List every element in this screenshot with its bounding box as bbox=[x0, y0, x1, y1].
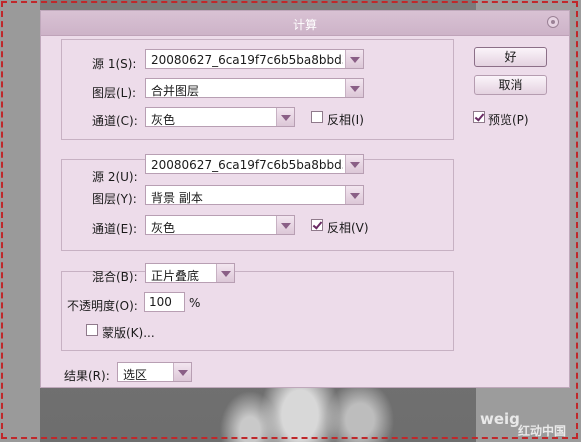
source2-invert-checkbox[interactable] bbox=[311, 219, 323, 231]
preview-label[interactable]: 预览(P) bbox=[488, 111, 529, 128]
source1-layer-value: 合并图层 bbox=[151, 84, 200, 98]
chevron-down-icon[interactable] bbox=[276, 108, 294, 126]
source1-invert-checkbox[interactable] bbox=[311, 111, 323, 123]
source2-layer-label: 图层(Y): bbox=[92, 192, 137, 206]
source2-layer-select[interactable]: 背景 副本 bbox=[145, 185, 364, 205]
blend-mode-value: 正片叠底 bbox=[151, 269, 200, 283]
ok-button[interactable]: 好 bbox=[474, 47, 547, 67]
source2-channel-label: 通道(E): bbox=[92, 222, 137, 236]
chevron-down-icon[interactable] bbox=[173, 363, 191, 381]
opacity-input[interactable]: 100 bbox=[144, 292, 185, 312]
source1-channel-label: 通道(C): bbox=[92, 114, 138, 128]
source1-channel-value: 灰色 bbox=[151, 113, 176, 127]
source1-label: 源 1(S): bbox=[92, 57, 137, 71]
blend-mode-select[interactable]: 正片叠底 bbox=[145, 263, 235, 283]
opacity-unit: % bbox=[189, 296, 201, 310]
source1-select[interactable]: 20080627_6ca19f7c6b5ba8bbd3... bbox=[145, 49, 364, 69]
source2-select[interactable]: 20080627_6ca19f7c6b5ba8bbd3... bbox=[145, 154, 364, 174]
result-label: 结果(R): bbox=[64, 369, 110, 383]
blend-mode-label: 混合(B): bbox=[92, 270, 138, 284]
background-left-strip bbox=[0, 0, 40, 442]
source1-value: 20080627_6ca19f7c6b5ba8bbd3... bbox=[151, 53, 343, 67]
source2-label: 源 2(U): bbox=[92, 170, 138, 184]
source2-layer-value: 背景 副本 bbox=[151, 191, 203, 205]
mask-checkbox[interactable] bbox=[86, 324, 98, 336]
chevron-down-icon[interactable] bbox=[276, 216, 294, 234]
source2-invert-label[interactable]: 反相(V) bbox=[327, 219, 369, 236]
close-icon[interactable] bbox=[547, 16, 559, 28]
chevron-down-icon[interactable] bbox=[345, 155, 363, 173]
source2-channel-select[interactable]: 灰色 bbox=[145, 215, 295, 235]
source2-channel-value: 灰色 bbox=[151, 221, 176, 235]
dialog-title: 计算 bbox=[292, 18, 317, 32]
watermark-text: weig bbox=[480, 410, 520, 428]
source1-channel-select[interactable]: 灰色 bbox=[145, 107, 295, 127]
chevron-down-icon[interactable] bbox=[345, 186, 363, 204]
title-bar[interactable]: 计算 bbox=[41, 11, 569, 36]
chevron-down-icon[interactable] bbox=[216, 264, 234, 282]
preview-checkbox[interactable] bbox=[473, 111, 485, 123]
source1-invert-label[interactable]: 反相(I) bbox=[327, 111, 364, 128]
calculations-dialog: 计算 源 1(S): 20080627_6ca19f7c6b5ba8bbd3..… bbox=[40, 10, 570, 388]
cancel-button[interactable]: 取消 bbox=[474, 75, 547, 95]
source2-value: 20080627_6ca19f7c6b5ba8bbd3... bbox=[151, 158, 343, 172]
source1-layer-label: 图层(L): bbox=[92, 86, 137, 100]
opacity-label: 不透明度(O): bbox=[67, 299, 138, 313]
mask-label[interactable]: 蒙版(K)... bbox=[102, 324, 155, 341]
chevron-down-icon[interactable] bbox=[345, 79, 363, 97]
chevron-down-icon[interactable] bbox=[345, 50, 363, 68]
watermark-logo-text: 红动中国 bbox=[518, 424, 567, 438]
result-value: 选区 bbox=[123, 368, 148, 382]
result-select[interactable]: 选区 bbox=[117, 362, 192, 382]
source1-layer-select[interactable]: 合并图层 bbox=[145, 78, 364, 98]
